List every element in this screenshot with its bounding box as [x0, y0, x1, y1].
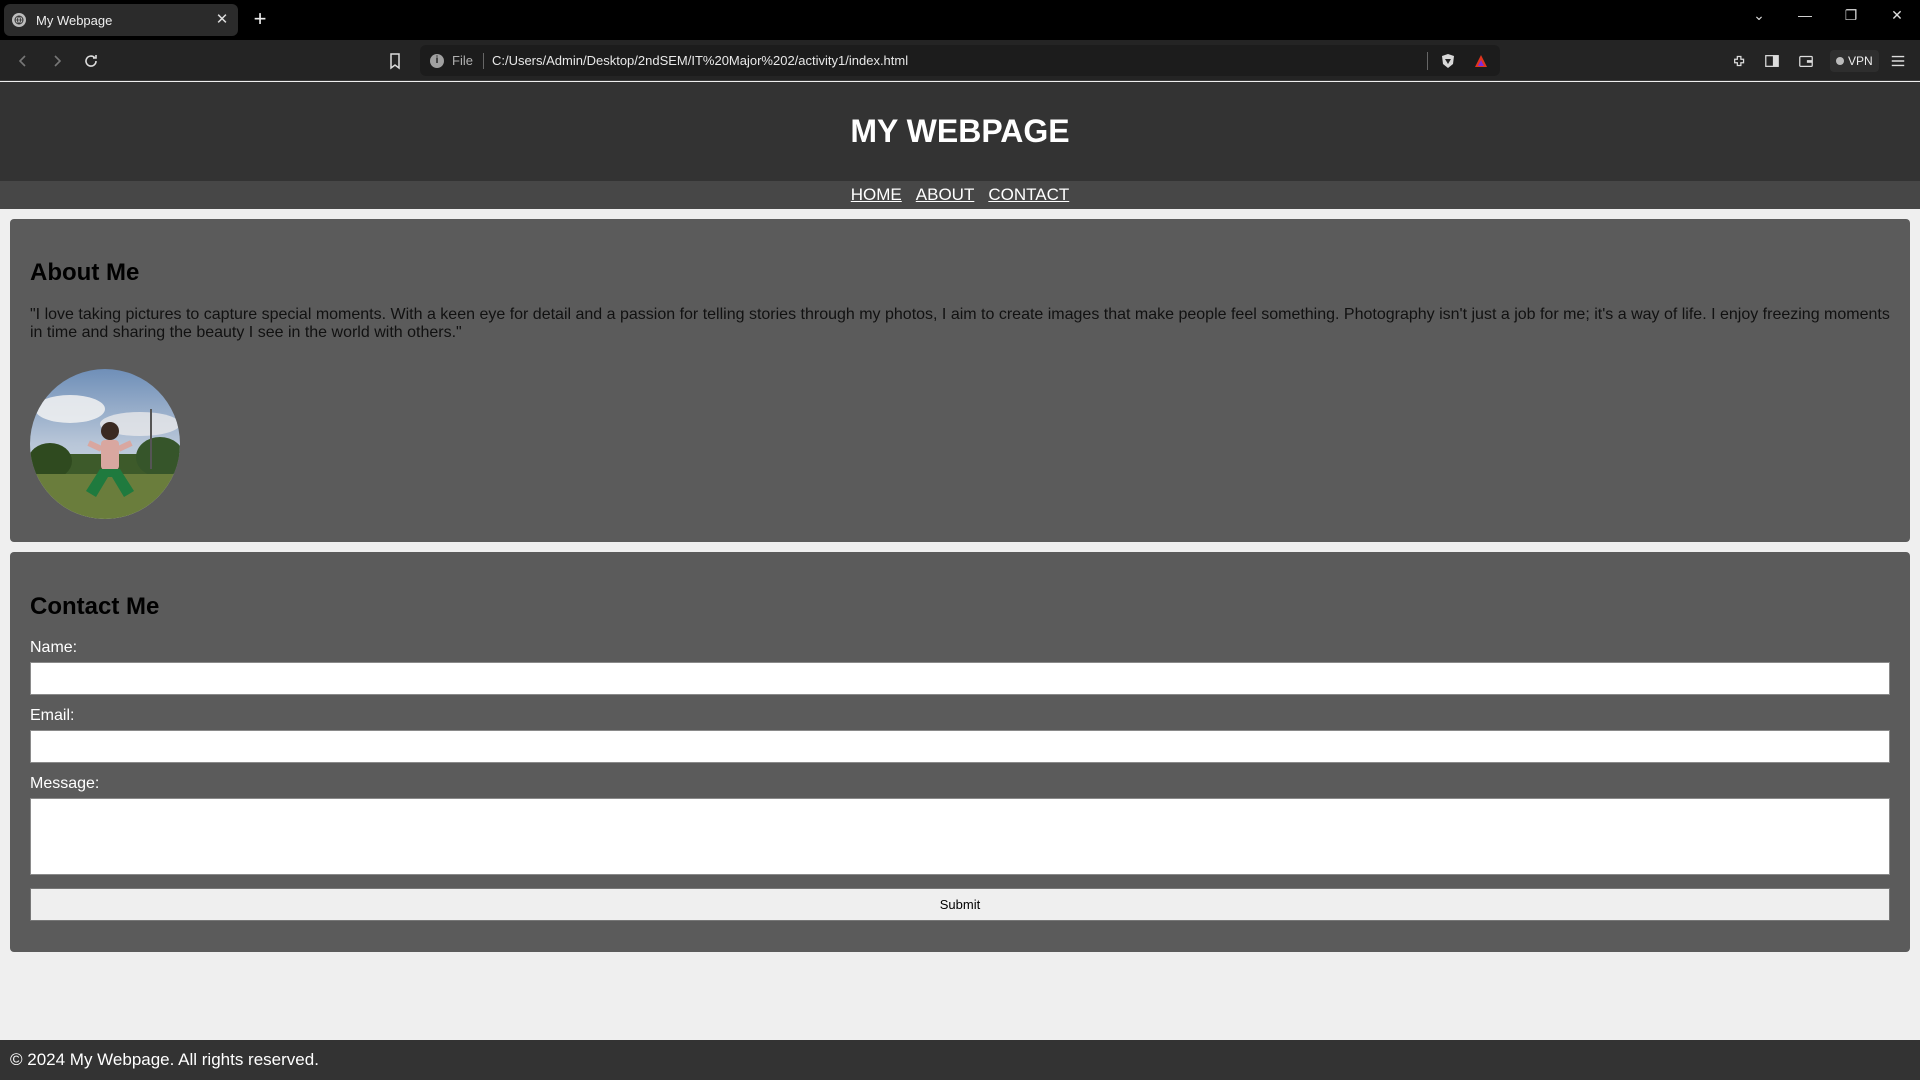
brave-shield-icon[interactable]	[1440, 53, 1456, 69]
browser-tab[interactable]: My Webpage ✕	[4, 4, 238, 36]
site-title: MY WEBPAGE	[850, 113, 1070, 149]
minimize-button[interactable]: —	[1782, 0, 1828, 30]
browser-tab-strip: My Webpage ✕ + ⌄ — ❐ ✕	[0, 0, 1920, 40]
divider	[1427, 51, 1428, 70]
about-heading: About Me	[30, 259, 140, 286]
email-input[interactable]	[30, 730, 1890, 763]
tab-search-chevron-icon[interactable]: ⌄	[1736, 0, 1782, 30]
site-header: MY WEBPAGE	[0, 82, 1920, 181]
close-window-button[interactable]: ✕	[1874, 0, 1920, 30]
menu-icon[interactable]	[1888, 51, 1908, 71]
nav-link-about[interactable]: ABOUT	[916, 185, 975, 205]
site-footer: © 2024 My Webpage. All rights reserved.	[0, 1040, 1920, 1080]
reload-icon	[85, 55, 97, 67]
bookmark-icon[interactable]	[386, 52, 404, 70]
rewards-triangle-icon[interactable]	[1474, 54, 1488, 68]
message-textarea[interactable]	[30, 798, 1890, 875]
submit-button[interactable]: Submit	[30, 888, 1890, 921]
new-tab-button[interactable]: +	[248, 8, 272, 32]
forward-button[interactable]	[44, 48, 70, 74]
vpn-status-icon	[1836, 57, 1844, 65]
about-section: About Me "I love taking pictures to capt…	[10, 219, 1910, 542]
forward-arrow-icon	[54, 55, 62, 67]
profile-photo	[30, 369, 180, 519]
nav-link-home[interactable]: HOME	[851, 185, 902, 205]
contact-heading: Contact Me	[30, 593, 160, 620]
restore-button[interactable]: ❐	[1828, 0, 1874, 30]
url-scheme-label: File	[452, 53, 473, 68]
message-label: Message:	[30, 775, 100, 792]
about-text: "I love taking pictures to capture speci…	[30, 306, 1890, 341]
info-icon[interactable]: i	[430, 53, 444, 68]
back-button[interactable]	[10, 48, 36, 74]
vpn-label: VPN	[1848, 54, 1873, 68]
page-viewport: MY WEBPAGE HOME ABOUT CONTACT About Me "…	[0, 82, 1920, 1080]
globe-icon	[12, 13, 26, 27]
divider	[482, 52, 484, 69]
browser-toolbar: i File C:/Users/Admin/Desktop/2ndSEM/IT%…	[0, 40, 1920, 81]
name-label: Name:	[30, 639, 78, 656]
wallet-icon[interactable]	[1796, 51, 1816, 71]
sidebar-icon[interactable]	[1762, 51, 1782, 71]
nav-link-contact[interactable]: CONTACT	[988, 185, 1069, 205]
reload-button[interactable]	[78, 48, 104, 74]
extensions-icon[interactable]	[1730, 51, 1750, 71]
site-nav: HOME ABOUT CONTACT	[0, 181, 1920, 209]
vpn-button[interactable]: VPN	[1830, 50, 1879, 72]
tab-title: My Webpage	[36, 12, 113, 28]
contact-section: Contact Me Name: Email: Message: Submit	[10, 552, 1910, 952]
email-label: Email:	[30, 707, 75, 724]
address-bar[interactable]: i File C:/Users/Admin/Desktop/2ndSEM/IT%…	[420, 45, 1500, 76]
close-tab-icon[interactable]: ✕	[214, 12, 230, 28]
name-input[interactable]	[30, 662, 1890, 695]
back-arrow-icon	[18, 55, 26, 67]
url-text[interactable]: C:/Users/Admin/Desktop/2ndSEM/IT%20Major…	[492, 53, 1427, 68]
